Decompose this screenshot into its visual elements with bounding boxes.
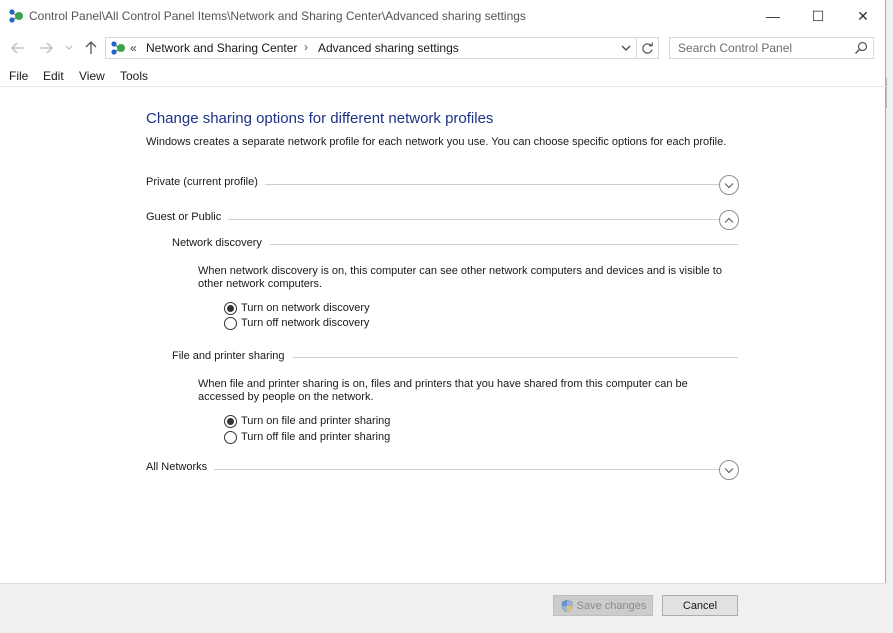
divider — [146, 469, 719, 470]
chevron-up-icon — [724, 217, 734, 223]
background-window-edge — [886, 0, 893, 633]
collapse-guest-button[interactable] — [719, 210, 739, 230]
search-box[interactable] — [669, 37, 874, 59]
footer-bar: Save changes Cancel — [0, 583, 886, 627]
menu-bar: File Edit View Tools — [0, 67, 886, 87]
profile-header-all-networks[interactable]: All Networks — [146, 461, 719, 481]
network-center-icon — [111, 41, 125, 55]
expand-private-button[interactable] — [719, 175, 739, 195]
up-arrow-icon[interactable] — [82, 39, 100, 57]
uac-shield-icon — [561, 599, 572, 612]
intro-text: Windows creates a separate network profi… — [146, 136, 727, 148]
back-arrow-icon[interactable] — [9, 39, 27, 57]
menu-file[interactable]: File — [9, 69, 28, 83]
title-bar: Control Panel\All Control Panel Items\Ne… — [0, 0, 886, 32]
radio-turn-on-network-discovery[interactable]: Turn on network discovery — [224, 301, 370, 315]
radio-selected-dot — [227, 304, 234, 312]
chevron-down-icon — [724, 182, 734, 188]
profile-label-guest: Guest or Public — [146, 211, 229, 223]
profile-header-guest[interactable]: Guest or Public — [146, 211, 719, 231]
menu-view[interactable]: View — [79, 69, 105, 83]
radio-turn-on-file-sharing[interactable]: Turn on file and printer sharing — [224, 414, 390, 428]
radio-turn-off-file-sharing[interactable]: Turn off file and printer sharing — [224, 430, 390, 444]
chevron-down-icon — [724, 467, 734, 473]
refresh-icon — [642, 42, 653, 54]
divider — [146, 219, 719, 220]
breadcrumb-advanced-sharing[interactable]: Advanced sharing settings — [318, 41, 459, 55]
radio-label[interactable]: Turn off network discovery — [241, 317, 369, 329]
radio-button[interactable] — [224, 316, 237, 330]
profile-header-private[interactable]: Private (current profile) — [146, 176, 719, 196]
menu-edit[interactable]: Edit — [43, 69, 64, 83]
minimize-icon: — — [766, 8, 780, 24]
network-discovery-section: Network discovery — [172, 237, 738, 251]
chevron-down-icon[interactable] — [62, 39, 76, 57]
profile-label-private: Private (current profile) — [146, 176, 265, 188]
radio-turn-off-network-discovery[interactable]: Turn off network discovery — [224, 316, 369, 330]
radio-button[interactable] — [224, 301, 237, 315]
network-center-icon — [9, 9, 23, 23]
expand-all-networks-button[interactable] — [719, 460, 739, 480]
forward-arrow-icon[interactable] — [37, 39, 55, 57]
breadcrumb-overflow[interactable]: « — [130, 41, 137, 55]
breadcrumb-separator[interactable]: › — [304, 40, 308, 54]
search-icon[interactable] — [854, 41, 868, 55]
radio-label[interactable]: Turn off file and printer sharing — [241, 431, 390, 443]
cancel-button[interactable]: Cancel — [662, 595, 738, 616]
window-title: Control Panel\All Control Panel Items\Ne… — [29, 9, 526, 23]
chevron-down-icon — [621, 45, 631, 51]
search-input[interactable] — [670, 38, 850, 58]
window: Control Panel\All Control Panel Items\Ne… — [0, 0, 886, 627]
save-changes-button[interactable]: Save changes — [553, 595, 653, 616]
background-window-border — [886, 78, 893, 108]
file-printer-sharing-section: File and printer sharing — [172, 350, 738, 364]
radio-label[interactable]: Turn on file and printer sharing — [241, 415, 390, 427]
address-dropdown-button[interactable] — [618, 39, 634, 57]
radio-label[interactable]: Turn on network discovery — [241, 302, 370, 314]
cancel-label: Cancel — [682, 599, 718, 612]
network-discovery-description: When network discovery is on, this compu… — [198, 265, 722, 290]
maximize-button[interactable]: ☐ — [795, 0, 841, 32]
page-title: Change sharing options for different net… — [146, 110, 494, 127]
network-discovery-title: Network discovery — [172, 237, 270, 249]
radio-selected-dot — [227, 417, 234, 425]
profile-label-all-networks: All Networks — [146, 461, 215, 473]
radio-button[interactable] — [224, 414, 237, 428]
radio-button[interactable] — [224, 430, 237, 444]
close-icon: ✕ — [857, 7, 869, 24]
save-changes-label: Save changes — [576, 599, 647, 612]
file-printer-sharing-description: When file and printer sharing is on, fil… — [198, 378, 688, 403]
close-button[interactable]: ✕ — [840, 0, 886, 32]
file-printer-sharing-title: File and printer sharing — [172, 350, 293, 362]
maximize-icon: ☐ — [811, 7, 825, 24]
breadcrumb-network-sharing-center[interactable]: Network and Sharing Center — [146, 41, 297, 55]
menu-tools[interactable]: Tools — [120, 69, 148, 83]
background-desktop-strip — [0, 627, 893, 633]
minimize-button[interactable]: — — [750, 0, 796, 32]
refresh-button[interactable] — [637, 37, 659, 59]
address-bar[interactable]: « Network and Sharing Center › Advanced … — [105, 37, 637, 59]
